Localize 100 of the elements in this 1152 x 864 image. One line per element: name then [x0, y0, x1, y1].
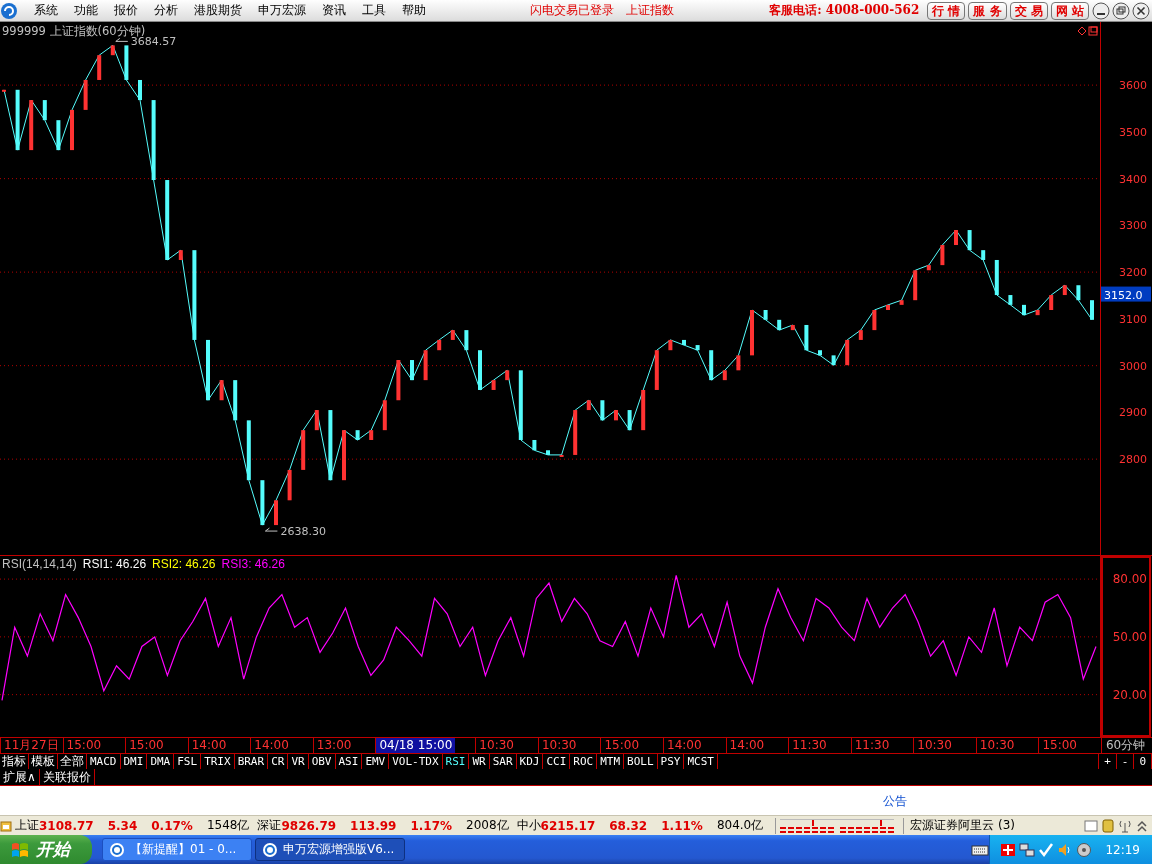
price-candle: [42, 100, 47, 121]
extra-tab[interactable]: 关联报价: [39, 769, 95, 785]
axis-label: 3200: [1119, 266, 1147, 280]
menu-item[interactable]: 港股期货: [186, 2, 250, 19]
price-candle: [29, 100, 34, 151]
turnover-amount: 804.0亿: [716, 817, 764, 834]
axis-label: 2800: [1119, 453, 1147, 467]
index-percent: 0.17%: [151, 818, 193, 833]
nav-button[interactable]: 行 情: [927, 1, 966, 20]
price-candle: [899, 300, 904, 305]
lock-icon[interactable]: [1101, 818, 1115, 833]
price-candle: [858, 330, 863, 340]
price-candle: [355, 430, 360, 440]
price-candle: [845, 339, 850, 366]
menu-item[interactable]: 功能: [66, 2, 106, 19]
menu-item[interactable]: 工具: [354, 2, 394, 19]
minimize-icon[interactable]: [1092, 1, 1110, 20]
taskbar-button[interactable]: 【新提醒】01 - 0...: [102, 838, 252, 861]
price-candle: [668, 339, 673, 351]
price-candle: [573, 410, 578, 455]
price-candle: [750, 310, 754, 356]
extreme-label: 2638.30: [280, 525, 326, 539]
menu-item[interactable]: 帮助: [394, 2, 434, 19]
price-candle: [260, 480, 265, 526]
price-candle: [981, 250, 986, 260]
price-candle: [301, 430, 306, 470]
extreme-label: 3684.57: [130, 35, 177, 49]
price-candle: [478, 350, 482, 390]
axis-label: 20.00: [1112, 687, 1147, 702]
index-price: 9826.79: [281, 818, 337, 833]
price-candle: [1062, 285, 1067, 296]
price-candle: [886, 304, 890, 310]
status-notice: 闪电交易已登录: [528, 2, 615, 19]
price-candle: [56, 120, 61, 151]
extra-tab[interactable]: 扩展∧: [0, 769, 40, 785]
index-percent: 1.17%: [410, 818, 453, 833]
price-candle: [831, 355, 836, 366]
menu-item[interactable]: 申万宏源: [250, 2, 314, 19]
price-candle: [437, 339, 442, 351]
menu-item[interactable]: 报价: [106, 2, 146, 19]
keyboard-icon[interactable]: [971, 842, 990, 857]
folder-icon[interactable]: [0, 819, 12, 832]
indicator-reading: RSI3: 46.26: [221, 557, 285, 571]
axis-label: 3400: [1119, 172, 1147, 186]
price-candle: [2, 89, 6, 92]
menu-item[interactable]: 系统: [26, 2, 66, 19]
app-logo-icon: [0, 1, 18, 20]
index-change: 113.99: [350, 818, 397, 833]
price-candle: [763, 310, 768, 320]
antenna-icon[interactable]: [1118, 818, 1132, 833]
price-candle: [450, 330, 455, 340]
price-candle: [1090, 300, 1094, 320]
price-candle: [1022, 304, 1026, 316]
price-candle: [178, 250, 183, 260]
price-candle: [546, 450, 550, 455]
price-candle: [1008, 295, 1013, 305]
price-candle: [97, 55, 102, 80]
price-candle: [1049, 295, 1054, 310]
index-percent: 1.11%: [661, 818, 703, 833]
price-candle: [994, 260, 999, 296]
axis-label: 3100: [1119, 312, 1147, 326]
windows-logo-icon: [10, 840, 30, 859]
price-candle: [382, 400, 387, 431]
diamond-icon[interactable]: [1077, 26, 1087, 36]
price-candle: [246, 420, 251, 481]
restore-icon[interactable]: [1112, 1, 1130, 20]
price-candle: [586, 400, 591, 411]
price-candle: [627, 410, 632, 431]
axis-label: 3000: [1119, 359, 1147, 373]
price-candle: [600, 400, 605, 421]
disc-icon[interactable]: [1076, 841, 1093, 858]
price-candle: [641, 389, 646, 431]
axis-label: 3500: [1119, 125, 1147, 139]
price-candle: [654, 350, 659, 390]
menu-item[interactable]: 分析: [146, 2, 186, 19]
price-candle: [464, 330, 469, 351]
nav-button[interactable]: 服 务: [968, 1, 1007, 20]
price-candle: [559, 454, 564, 457]
price-candle: [736, 355, 741, 371]
price-candle: [287, 469, 292, 501]
nav-button[interactable]: 网 站: [1050, 1, 1089, 20]
axis-label: 80.00: [1112, 572, 1147, 587]
network-icon[interactable]: [1019, 841, 1036, 858]
price-candle: [206, 339, 210, 401]
close-icon[interactable]: [1132, 1, 1150, 20]
window-icon[interactable]: [1088, 26, 1098, 36]
menu-item[interactable]: 资讯: [314, 2, 354, 19]
price-candle: [83, 80, 88, 110]
clock: 12:19: [1105, 842, 1140, 857]
start-button[interactable]: 开始: [0, 835, 92, 864]
nav-button[interactable]: 交 易: [1009, 1, 1048, 20]
check-icon[interactable]: [1038, 841, 1055, 858]
taskbar-button[interactable]: 申万宏源增强版V6...: [255, 838, 405, 861]
flag-icon[interactable]: [1000, 841, 1017, 858]
up-arrows-icon[interactable]: [1135, 818, 1149, 833]
price-candle: [614, 410, 618, 421]
axis-label: 2900: [1119, 406, 1147, 420]
notice-link[interactable]: 公告: [883, 793, 907, 810]
price-candle: [954, 230, 958, 245]
price-candle: [138, 80, 142, 101]
